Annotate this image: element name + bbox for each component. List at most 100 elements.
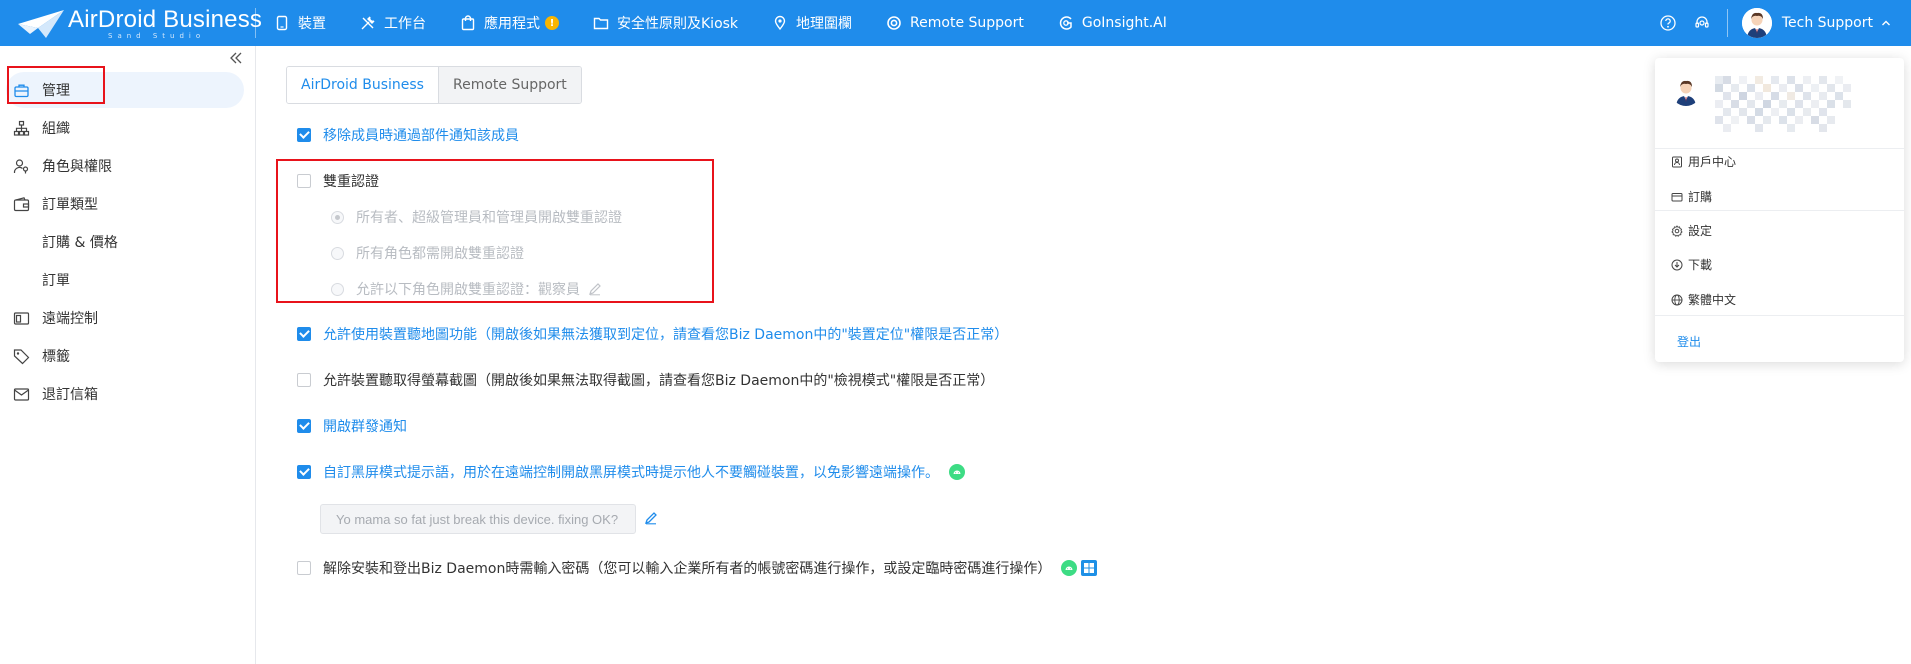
nav-goinsight-ai[interactable]: GoInsight.AI — [1058, 15, 1167, 31]
user-dropdown-menu: 用戶中心 訂購 設定 下載 繁體中文 登出 — [1655, 58, 1904, 362]
main-nav: 裝置 工作台 應用程式 ! 安全性原則及Kiosk 地理圍欄 Remote Su… — [274, 0, 1201, 46]
sidebar-item-remote-control[interactable]: 遠端控制 — [0, 300, 256, 336]
user-key-icon — [13, 158, 29, 173]
nav-apps-label: 應用程式 — [484, 16, 540, 32]
two-factor-admins-radio[interactable] — [331, 210, 344, 224]
two-factor-option-label: 所有角色都需開啟雙重認證 — [356, 246, 524, 262]
two-factor-checkbox[interactable] — [297, 174, 311, 188]
mail-icon — [13, 387, 30, 401]
setting-screenshot: 允許裝置聽取得螢幕截圖（開啟後如果無法取得截圖，請查看您Biz Daemon中的… — [297, 370, 994, 390]
menu-item-download[interactable]: 下載 — [1671, 256, 1712, 273]
nav-devices-label: 裝置 — [298, 16, 326, 32]
topbar-right: Tech Support — [1643, 0, 1891, 46]
menu-item-language[interactable]: 繁體中文 — [1671, 291, 1736, 308]
android-icon — [1061, 560, 1078, 576]
dropdown-avatar — [1671, 76, 1701, 106]
wallet-icon — [13, 196, 30, 211]
notify-dept-label: 移除成員時通過部件通知該成員 — [323, 128, 519, 144]
sidebar-item-organization[interactable]: 組織 — [0, 110, 256, 146]
two-factor-option-label: 允許以下角色開啟雙重認證：觀察員 — [356, 282, 580, 298]
group-notify-label: 開啟群發通知 — [323, 419, 407, 435]
collapse-sidebar-icon[interactable] — [228, 50, 244, 66]
brand-name: AirDroid Business — [68, 6, 263, 33]
sidebar-item-label: 訂單 — [42, 273, 70, 289]
screenshot-checkbox[interactable] — [297, 373, 311, 387]
tag-icon — [13, 348, 30, 364]
airdroid-business-logo[interactable]: AirDroid Business Sand Studio — [16, 4, 262, 42]
two-factor-option-label: 所有者、超級管理員和管理員開啟雙重認證 — [356, 210, 622, 226]
menu-item-label: 訂購 — [1688, 190, 1713, 204]
uninstall-password-checkbox[interactable] — [297, 561, 311, 575]
notify-dept-checkbox[interactable] — [297, 128, 311, 142]
nav-remote-support[interactable]: Remote Support — [886, 15, 1024, 31]
menu-item-label: 繁體中文 — [1688, 293, 1737, 307]
paper-plane-logo-icon — [18, 10, 64, 38]
sidebar-item-tags[interactable]: 標籤 — [0, 338, 256, 374]
two-factor-label: 雙重認證 — [323, 174, 379, 190]
setting-black-screen: 自訂黑屏模式提示語，用於在遠端控制開啟黑屏模式時提示他人不要觸碰裝置，以免影響遠… — [297, 462, 965, 482]
sidebar-item-label: 標籤 — [42, 349, 70, 365]
black-screen-checkbox[interactable] — [297, 465, 311, 479]
edit-message-icon[interactable] — [644, 511, 658, 525]
sidebar-item-management[interactable]: 管理 — [6, 72, 244, 108]
menu-item-label: 用戶中心 — [1688, 155, 1737, 169]
sidebar-item-label: 管理 — [42, 83, 70, 99]
tab-airdroid-business[interactable]: AirDroid Business — [287, 67, 438, 103]
two-factor-option-roles: 允許以下角色開啟雙重認證：觀察員 — [331, 279, 602, 299]
dropdown-separator — [1655, 315, 1904, 316]
customer-service-icon[interactable] — [1693, 14, 1711, 32]
android-icon — [949, 464, 965, 480]
chevron-up-icon[interactable] — [1881, 18, 1891, 28]
two-factor-roles-radio[interactable] — [331, 282, 344, 296]
black-screen-message-field[interactable]: Yo mama so fat just break this device. f… — [320, 504, 636, 534]
geofence-map-checkbox[interactable] — [297, 327, 311, 341]
menu-item-subscription[interactable]: 訂購 — [1671, 188, 1712, 205]
top-navigation-bar: AirDroid Business Sand Studio 裝置 工作台 應用程… — [0, 0, 1911, 46]
setting-geofence-map: 允許使用裝置聽地圖功能（開啟後如果無法獲取到定位，請查看您Biz Daemon中… — [297, 324, 1008, 344]
top-divider — [255, 8, 256, 38]
nav-goinsight-ai-label: GoInsight.AI — [1081, 15, 1167, 31]
user-name[interactable]: Tech Support — [1782, 15, 1873, 31]
setting-notify-dept: 移除成員時通過部件通知該成員 — [297, 125, 519, 145]
sidebar-item-order-types[interactable]: 訂單類型 — [0, 186, 256, 222]
org-chart-icon — [13, 120, 30, 136]
menu-item-user-center[interactable]: 用戶中心 — [1671, 153, 1736, 170]
sidebar-item-label: 訂購 & 價格 — [42, 235, 118, 251]
nav-apps[interactable]: 應用程式 ! — [460, 13, 559, 33]
sidebar-item-orders[interactable]: 訂單 — [0, 262, 256, 298]
map-pin-icon — [774, 15, 786, 31]
sidebar-item-roles[interactable]: 角色與權限 — [0, 148, 256, 184]
tab-remote-support[interactable]: Remote Support — [437, 67, 581, 103]
app-bag-icon — [461, 15, 475, 31]
menu-item-settings[interactable]: 設定 — [1671, 222, 1712, 239]
user-avatar[interactable] — [1741, 8, 1772, 38]
id-card-icon — [1672, 156, 1682, 167]
download-icon — [1671, 259, 1683, 270]
apps-alert-badge: ! — [545, 16, 559, 30]
setting-group-notify: 開啟群發通知 — [297, 416, 407, 436]
windows-icon — [1081, 560, 1098, 576]
pixelated-user-info — [1715, 76, 1851, 132]
group-notify-checkbox[interactable] — [297, 419, 311, 433]
card-icon — [1671, 192, 1683, 201]
uninstall-password-label: 解除安裝和登出Biz Daemon時需輸入密碼（您可以輸入企業所有者的帳號密碼進… — [323, 561, 1052, 577]
sidebar-item-label: 組織 — [42, 121, 70, 137]
nav-security-policy[interactable]: 安全性原則及Kiosk — [593, 13, 738, 33]
nav-devices[interactable]: 裝置 — [274, 13, 326, 33]
help-icon[interactable] — [1659, 14, 1677, 32]
topbar-separator — [1726, 9, 1728, 37]
edit-pencil-icon[interactable] — [588, 282, 602, 296]
nav-workbench[interactable]: 工作台 — [360, 13, 426, 33]
user-portrait-icon — [1671, 76, 1701, 106]
nav-geofence[interactable]: 地理圍欄 — [772, 13, 852, 33]
logout-link[interactable]: 登出 — [1677, 333, 1701, 350]
settings-tabs: AirDroid Business Remote Support — [286, 66, 582, 104]
menu-item-label: 設定 — [1688, 224, 1713, 238]
sidebar-item-pricing[interactable]: 訂購 & 價格 — [0, 224, 256, 260]
dropdown-separator — [1655, 210, 1904, 211]
two-factor-option-admins: 所有者、超級管理員和管理員開啟雙重認證 — [331, 207, 622, 227]
two-factor-all-radio[interactable] — [331, 246, 344, 260]
brand-subtitle: Sand Studio — [108, 32, 206, 40]
lifebuoy-icon — [887, 16, 901, 30]
sidebar-item-unsubscribe-mailbox[interactable]: 退訂信箱 — [0, 376, 256, 412]
